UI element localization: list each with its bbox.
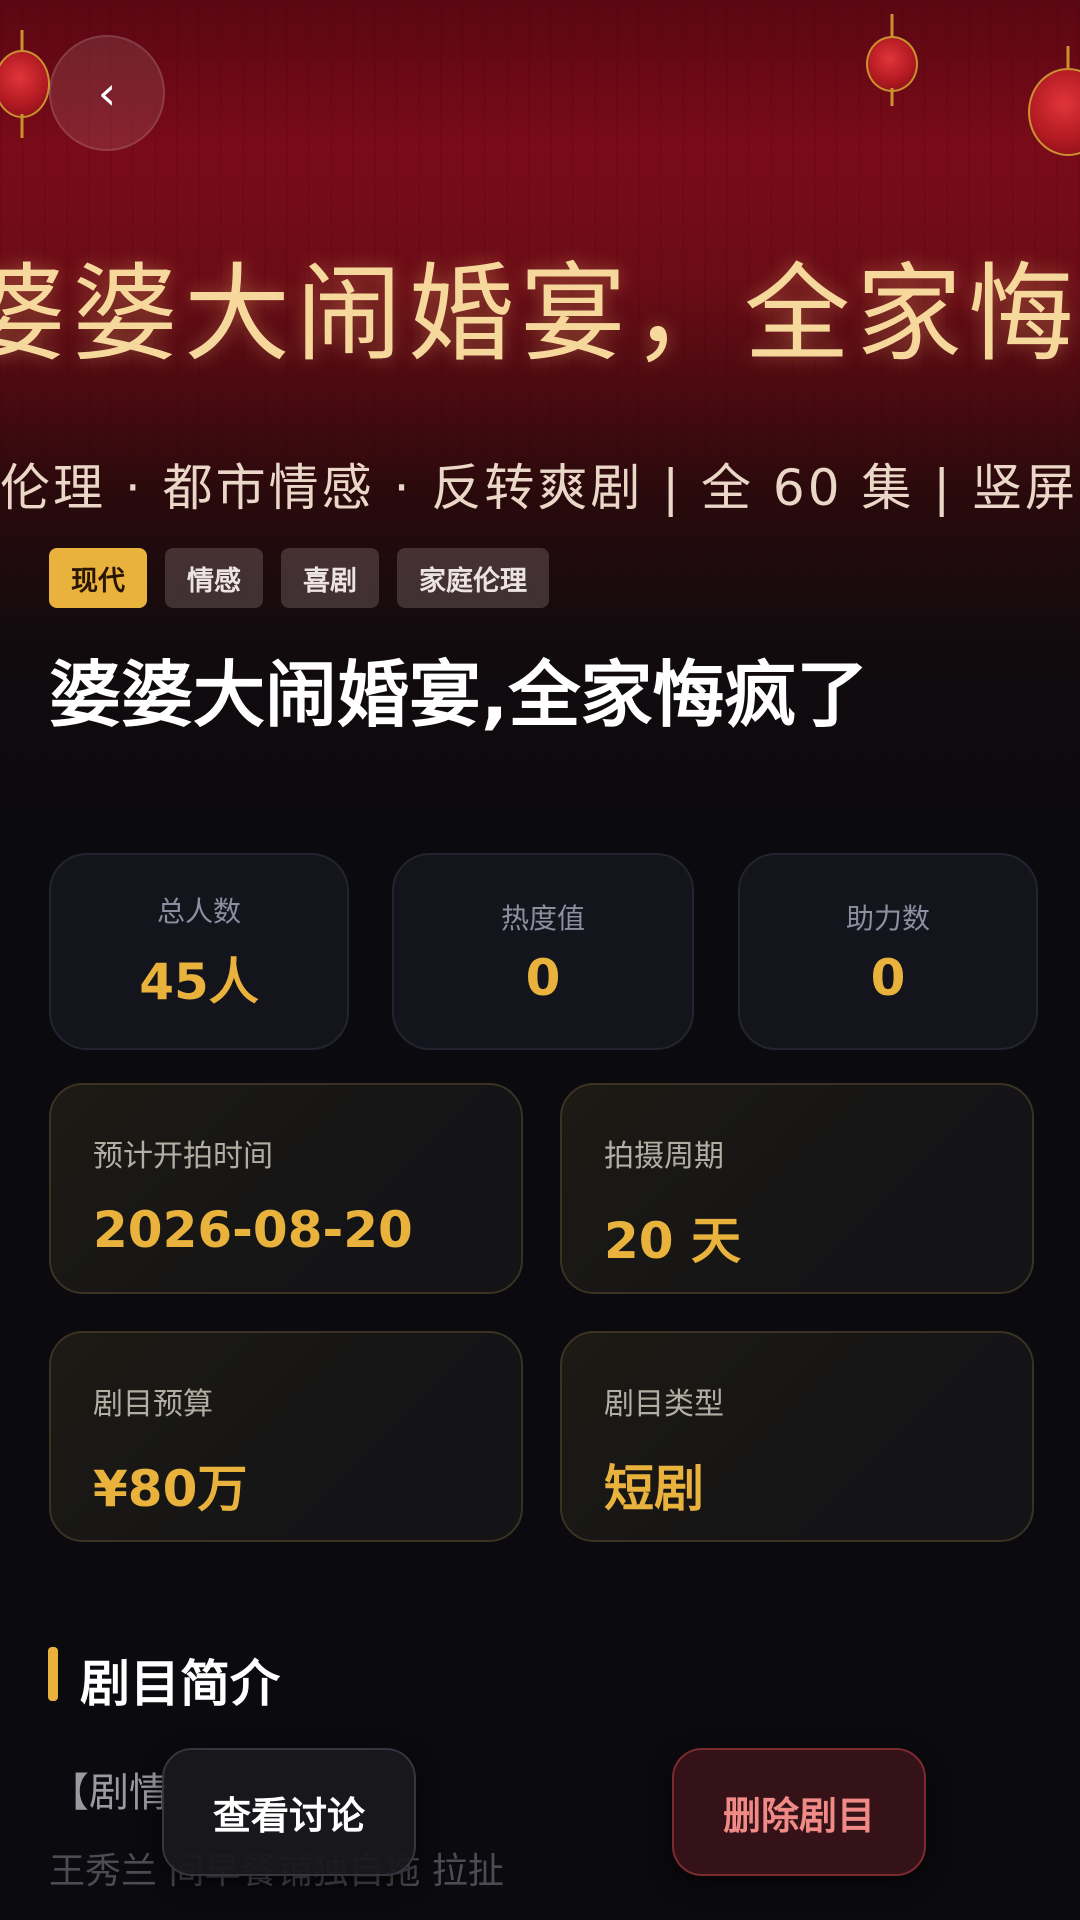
synopsis-paragraph-head: 【剧情 — [49, 1770, 169, 1816]
banner-title: 婆婆大闹婚宴，全家悔疯了 — [0, 253, 1080, 376]
stat-boost: 助力数 0 — [738, 853, 1038, 1050]
stat-label: 总人数 — [156, 894, 241, 928]
info-value: ¥80万 — [93, 1460, 248, 1518]
stat-heat: 热度值 0 — [392, 853, 694, 1050]
lantern-icon — [1028, 46, 1080, 166]
tag-comedy: 喜剧 — [281, 548, 379, 608]
chevron-left-icon: ‹ — [97, 66, 117, 120]
info-budget: 剧目预算 ¥80万 — [49, 1331, 523, 1542]
tag-family-ethics: 家庭伦理 — [397, 548, 549, 608]
view-discussion-button[interactable]: 查看讨论 — [162, 1748, 416, 1876]
tag-modern: 现代 — [49, 548, 147, 608]
banner-subtitle: 伦理 · 都市情感 · 反转爽剧 | 全 60 集 | 竖屏 — [0, 459, 1079, 517]
stat-value: 0 — [870, 948, 906, 1007]
delete-drama-button[interactable]: 删除剧目 — [672, 1748, 926, 1876]
info-drama-type: 剧目类型 短剧 — [560, 1331, 1034, 1542]
stat-label: 助力数 — [845, 901, 930, 935]
synopsis-heading: 剧目简介 — [80, 1655, 280, 1713]
info-start-date: 预计开拍时间 2026-08-20 — [49, 1083, 523, 1294]
drama-title: 婆婆大闹婚宴,全家悔疯了 — [49, 653, 869, 737]
info-value: 20 天 — [604, 1212, 741, 1270]
info-shoot-period: 拍摄周期 20 天 — [560, 1083, 1034, 1294]
info-label: 剧目预算 — [93, 1387, 213, 1422]
lantern-icon — [0, 30, 50, 140]
stat-total-people: 总人数 45人 — [49, 853, 349, 1050]
stat-value: 45人 — [139, 952, 259, 1011]
section-accent-bar — [48, 1647, 58, 1701]
info-value: 2026-08-20 — [93, 1201, 413, 1259]
stat-value: 0 — [525, 948, 561, 1007]
back-button[interactable]: ‹ — [49, 35, 165, 151]
stat-label: 热度值 — [500, 901, 585, 935]
info-value: 短剧 — [604, 1460, 704, 1518]
drama-detail-page: 婆婆大闹婚宴，全家悔疯了 伦理 · 都市情感 · 反转爽剧 | 全 60 集 |… — [0, 0, 1080, 1920]
info-label: 剧目类型 — [604, 1387, 724, 1422]
tag-emotion: 情感 — [165, 548, 263, 608]
info-label: 预计开拍时间 — [93, 1139, 273, 1174]
info-label: 拍摄周期 — [604, 1139, 724, 1174]
lantern-icon — [866, 14, 918, 106]
genre-tags: 现代 情感 喜剧 家庭伦理 — [49, 548, 549, 608]
